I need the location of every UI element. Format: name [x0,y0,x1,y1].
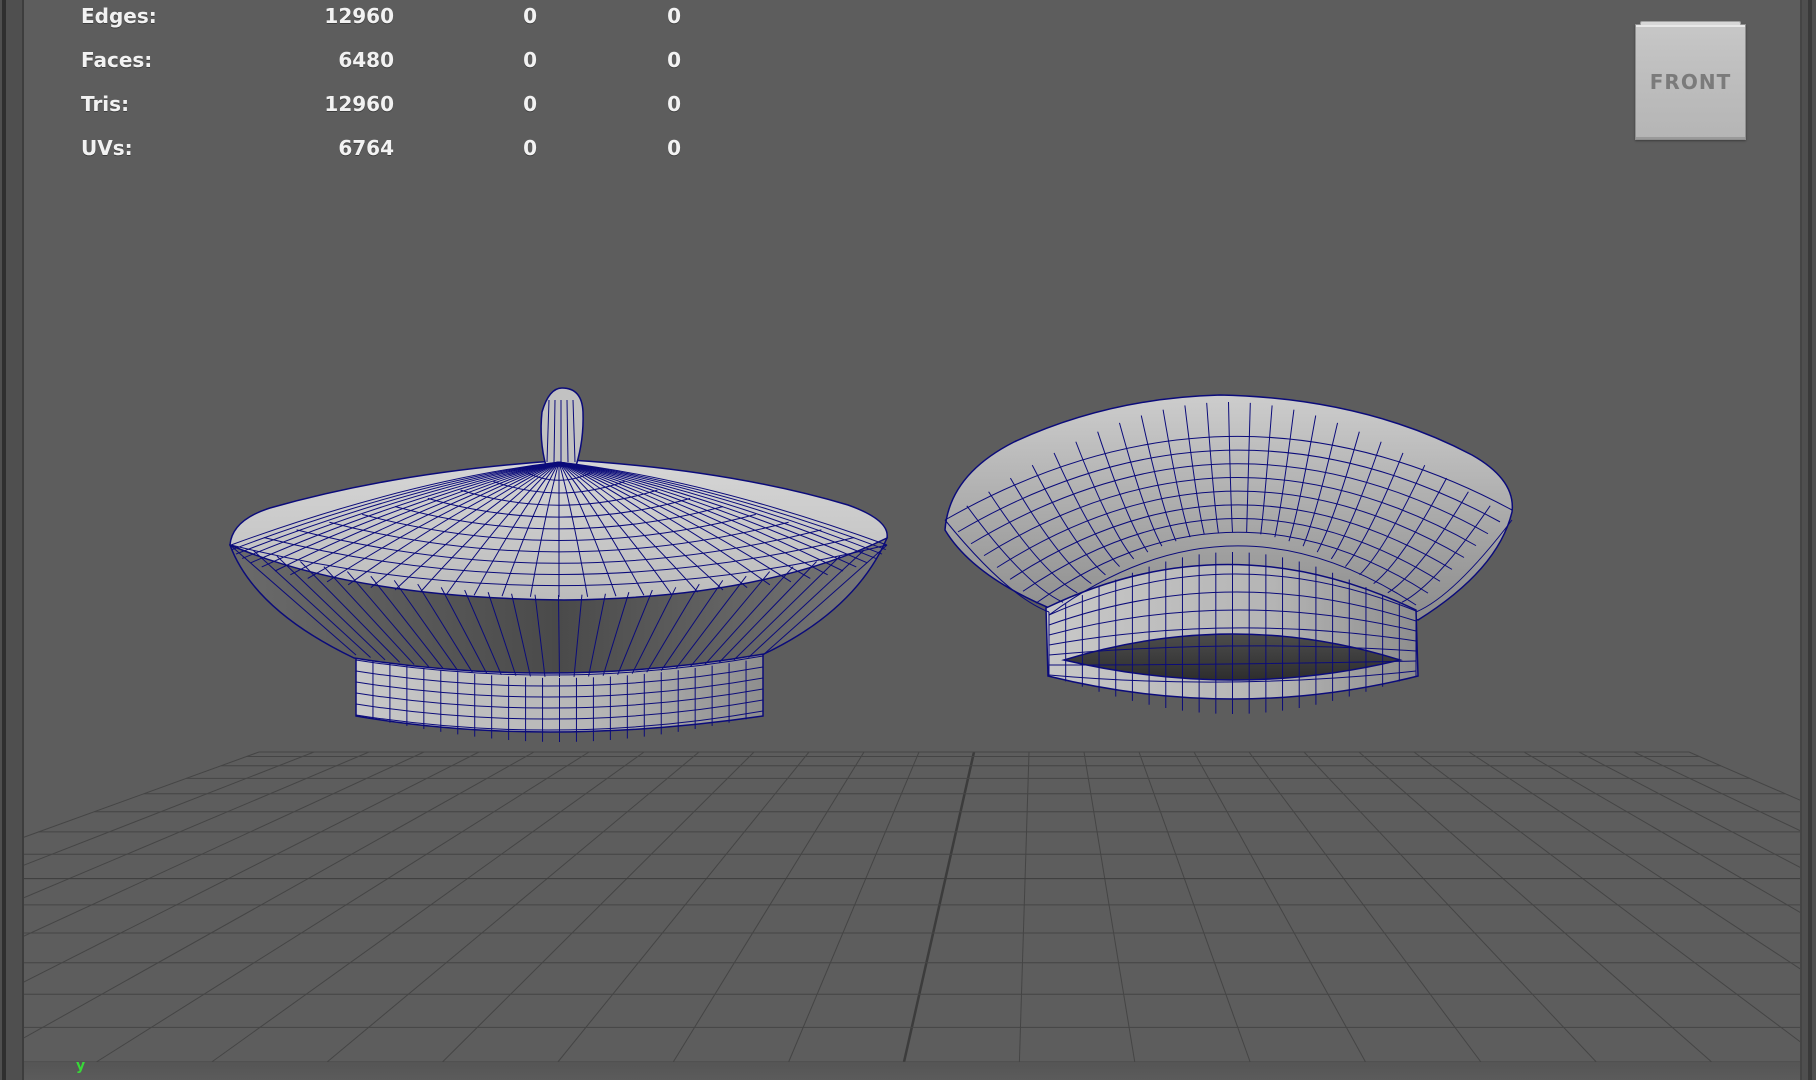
view-cube-label: FRONT [1649,70,1732,94]
stat-value: 12960 [324,92,394,116]
stats-row-faces: Faces: 6480 0 0 [81,38,681,82]
stat-value: 6764 [338,136,394,160]
3d-viewport[interactable]: Edges: 12960 0 0 Faces: 6480 0 0 Tris: 1… [24,0,1800,1080]
view-cube[interactable]: FRONT [1635,21,1746,140]
grid-line [902,751,976,1063]
grid-line [1083,751,1136,1063]
stat-value: 0 [523,92,537,116]
stats-row-tris: Tris: 12960 0 0 [81,82,681,126]
grid-line [1303,751,1597,1063]
stat-value: 6480 [338,48,394,72]
stat-value: 0 [667,4,681,28]
viewport-left-border [0,0,24,1080]
grid-line [24,751,480,983]
stat-value: 0 [667,136,681,160]
grid-line [1523,751,1800,913]
stat-value: 0 [667,92,681,116]
viewport-bottom-strip [24,1062,1800,1080]
stat-value: 12960 [324,4,394,28]
cap-mesh[interactable] [944,394,1514,714]
stat-value: 0 [523,4,537,28]
grid-line [24,751,260,838]
stat-label: UVs: [81,136,133,160]
grid-line [1413,751,1800,1043]
stat-value: 0 [523,136,537,160]
stat-value: 0 [523,48,537,72]
beret-mesh[interactable] [228,387,889,742]
grid-line [211,751,645,1063]
grid-line [672,751,865,1063]
stat-label: Tris: [81,92,130,116]
stat-label: Edges: [81,4,157,28]
axis-y-indicator-icon: y [76,1058,86,1074]
grid-line [557,751,810,1063]
grid-line [24,751,370,899]
grid-line [1248,751,1482,1063]
grid-line [24,751,425,937]
grid-line [96,751,590,1063]
stat-value: 0 [667,48,681,72]
grid-line [326,751,700,1063]
stats-row-edges: Edges: 12960 0 0 [81,0,681,38]
poly-count-hud: Edges: 12960 0 0 Faces: 6480 0 0 Tris: 1… [81,0,681,170]
ground-grid [24,751,1800,1063]
stats-row-uvs: UVs: 6764 0 0 [81,126,681,170]
grid-line [1358,751,1713,1063]
grid-line [24,751,315,866]
grid-line [1138,751,1251,1063]
grid-line [24,751,535,1039]
grid-line [788,751,920,1063]
grid-line [442,751,755,1063]
viewport-right-border [1800,0,1816,1080]
grid-line [1578,751,1800,868]
maya-viewport-window: Edges: 12960 0 0 Faces: 6480 0 0 Tris: 1… [0,0,1816,1080]
grid-line [1193,751,1366,1063]
stat-label: Faces: [81,48,153,72]
grid-line [1468,751,1800,970]
grid-line [1018,751,1030,1063]
